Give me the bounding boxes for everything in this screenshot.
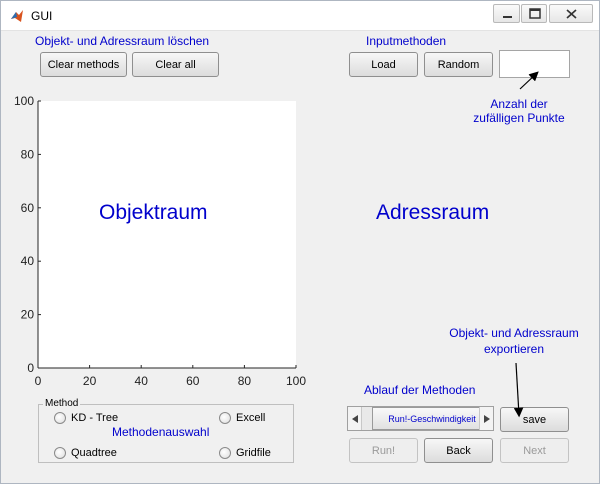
address-space-label: Adressraum: [376, 201, 490, 224]
radio-circle-icon: [219, 412, 231, 424]
x-tick-label: 100: [286, 374, 306, 388]
object-space-label: Objektraum: [99, 201, 208, 224]
radio-kd-tree[interactable]: KD - Tree: [54, 412, 118, 424]
y-tick-label: 20: [21, 308, 35, 322]
x-tick-label: 80: [238, 374, 252, 388]
radio-circle-icon: [219, 447, 231, 459]
slider-thumb[interactable]: Run!-Geschwindigkeit: [372, 407, 492, 430]
speed-slider[interactable]: Run!-Geschwindigkeit: [347, 406, 494, 431]
radio-circle-icon: [54, 447, 66, 459]
x-tick-label: 60: [186, 374, 200, 388]
radio-quadtree[interactable]: Quadtree: [54, 447, 117, 459]
radio-label: Gridfile: [236, 447, 271, 459]
radio-circle-icon: [54, 412, 66, 424]
arrow-left-icon: [351, 414, 358, 423]
y-tick-label: 40: [21, 254, 35, 268]
x-tick-label: 0: [35, 374, 42, 388]
method-group-title: Method: [43, 398, 81, 409]
y-tick-label: 60: [21, 201, 35, 215]
export-label-line2: exportieren: [483, 342, 545, 356]
radio-label: Excell: [236, 412, 266, 424]
radio-label: KD - Tree: [71, 412, 119, 424]
y-ticks: 0 20 40 60 80 100: [14, 94, 41, 375]
radio-excell[interactable]: Excell: [219, 412, 265, 424]
radio-label: Quadtree: [71, 447, 117, 459]
gui-window: GUI Objekt- und Adressraum löschen Input…: [0, 0, 600, 484]
save-button[interactable]: save: [500, 407, 569, 432]
x-tick-label: 20: [83, 374, 97, 388]
x-tick-label: 40: [135, 374, 149, 388]
next-button[interactable]: Next: [500, 438, 569, 463]
run-button[interactable]: Run!: [349, 438, 418, 463]
y-tick-label: 0: [27, 361, 34, 375]
y-tick-label: 100: [14, 94, 34, 108]
export-label-line1: Objekt- und Adressraum: [449, 326, 579, 340]
method-flow-label: Ablauf der Methoden: [364, 383, 476, 397]
back-button[interactable]: Back: [424, 438, 493, 463]
method-selection-label: Methodenauswahl: [112, 425, 210, 439]
radio-gridfile[interactable]: Gridfile: [219, 447, 271, 459]
slider-left-arrow[interactable]: [348, 407, 362, 430]
y-tick-label: 80: [21, 147, 35, 161]
arrow-right-icon: [483, 414, 490, 423]
slider-right-arrow[interactable]: [479, 407, 493, 430]
plot-area: [38, 101, 296, 368]
